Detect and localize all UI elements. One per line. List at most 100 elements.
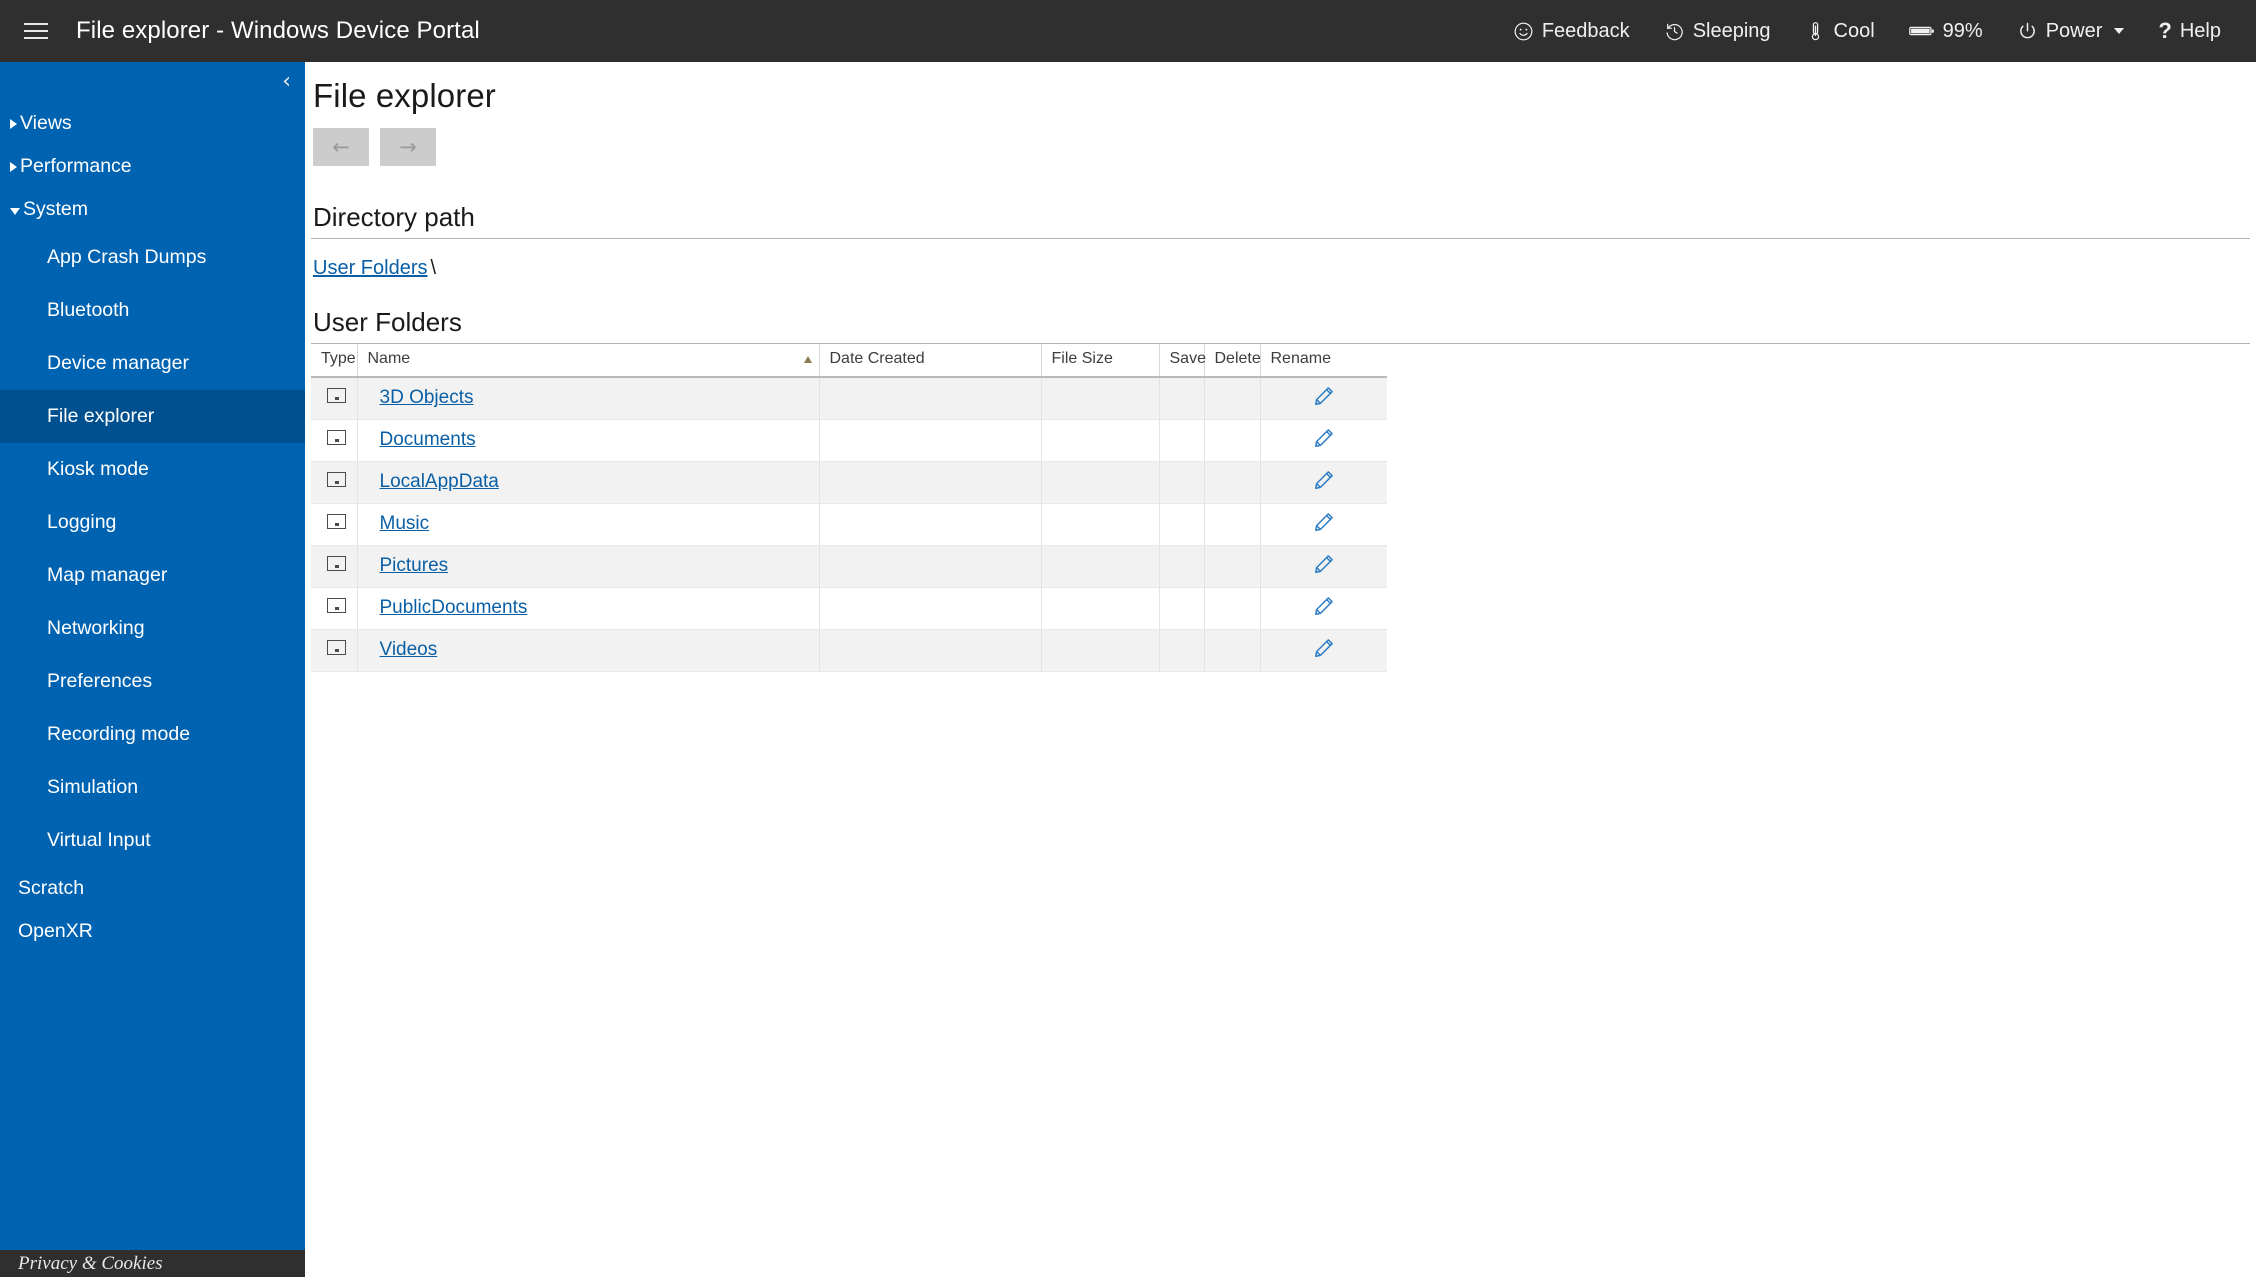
cell-date-created (819, 545, 1042, 587)
cell-type (311, 587, 358, 629)
sidebar-item-app-crash-dumps[interactable]: App Crash Dumps (0, 231, 305, 284)
cell-file-size (1041, 503, 1160, 545)
cell-delete[interactable] (1204, 545, 1261, 587)
feedback-button[interactable]: Feedback (1496, 0, 1647, 62)
folder-link[interactable]: 3D Objects (380, 387, 474, 408)
sidebar-item-networking[interactable]: Networking (0, 602, 305, 655)
sidebar-group-label: System (23, 198, 89, 220)
folder-link[interactable]: PublicDocuments (380, 597, 528, 618)
pencil-icon[interactable] (1312, 510, 1336, 534)
sleep-state-label: Sleeping (1692, 19, 1771, 42)
hamburger-menu-icon[interactable] (8, 0, 64, 62)
battery-status[interactable]: 99% (1892, 0, 2000, 62)
forward-button[interactable]: → (380, 128, 436, 166)
folder-icon (327, 640, 346, 655)
sidebar-item-simulation[interactable]: Simulation (0, 761, 305, 814)
folder-icon (327, 598, 346, 613)
cell-name: Videos (357, 629, 820, 671)
table-row: Pictures (311, 545, 1387, 587)
cell-name: Pictures (357, 545, 820, 587)
breadcrumb-link-user-folders[interactable]: User Folders (313, 257, 427, 279)
cell-save[interactable] (1159, 545, 1205, 587)
chevron-left-icon[interactable]: ‹ (282, 71, 291, 93)
sidebar-item-map-manager[interactable]: Map manager (0, 549, 305, 602)
table-row: 3D Objects (311, 377, 1387, 419)
cell-save[interactable] (1159, 419, 1205, 461)
folder-link[interactable]: Pictures (380, 555, 449, 576)
sleep-state-button[interactable]: Sleeping (1647, 0, 1788, 62)
sidebar-group-views[interactable]: Views (0, 102, 305, 145)
pencil-icon[interactable] (1312, 468, 1336, 492)
sidebar-item-recording-mode[interactable]: Recording mode (0, 708, 305, 761)
folder-link[interactable]: Music (380, 513, 430, 534)
folder-link[interactable]: Videos (380, 639, 438, 660)
column-label: Save (1169, 350, 1206, 367)
app-title: File explorer - Windows Device Portal (76, 17, 480, 44)
column-header-date-created[interactable]: Date Created (819, 344, 1042, 377)
navigation-buttons: ← → (305, 115, 2256, 166)
sidebar-group-system[interactable]: System (0, 188, 305, 231)
sidebar-item-label: Scratch (18, 877, 85, 899)
table-row: PublicDocuments (311, 587, 1387, 629)
sidebar-item-virtual-input[interactable]: Virtual Input (0, 814, 305, 867)
cell-type (311, 503, 358, 545)
sidebar-item-preferences[interactable]: Preferences (0, 655, 305, 708)
pencil-icon[interactable] (1312, 636, 1336, 660)
sidebar-item-logging[interactable]: Logging (0, 496, 305, 549)
feedback-smiley-icon (1513, 21, 1534, 42)
cell-delete[interactable] (1204, 587, 1261, 629)
table-row: Music (311, 503, 1387, 545)
cell-save[interactable] (1159, 377, 1205, 419)
temperature-status[interactable]: Cool (1788, 0, 1892, 62)
triangle-right-icon (10, 118, 17, 129)
folder-link[interactable]: Documents (380, 429, 476, 450)
sidebar-item-label: OpenXR (18, 920, 93, 942)
sidebar-group-performance[interactable]: Performance (0, 145, 305, 188)
cell-delete[interactable] (1204, 461, 1261, 503)
help-button[interactable]: ? Help (2141, 0, 2238, 62)
sidebar-item-label: Networking (47, 617, 145, 639)
column-header-file-size[interactable]: File Size (1041, 344, 1160, 377)
sidebar-item-openxr[interactable]: OpenXR (0, 910, 305, 953)
column-header-delete[interactable]: Delete (1204, 344, 1261, 377)
sidebar-item-file-explorer[interactable]: File explorer (0, 390, 305, 443)
cell-rename (1260, 587, 1387, 629)
back-button[interactable]: ← (313, 128, 369, 166)
cell-name: 3D Objects (357, 377, 820, 419)
directory-path-heading: Directory path (313, 202, 475, 232)
cell-delete[interactable] (1204, 503, 1261, 545)
column-header-name[interactable]: Name (357, 344, 820, 377)
cell-delete[interactable] (1204, 629, 1261, 671)
column-header-rename[interactable]: Rename (1260, 344, 1387, 377)
pencil-icon[interactable] (1312, 552, 1336, 576)
sidebar-item-bluetooth[interactable]: Bluetooth (0, 284, 305, 337)
column-header-type[interactable]: Type (311, 344, 358, 377)
sidebar-footer: Privacy & Cookies (0, 1250, 305, 1277)
power-menu-button[interactable]: Power (2000, 0, 2142, 62)
chevron-down-icon (2114, 28, 2125, 34)
folder-icon (327, 430, 346, 445)
cell-delete[interactable] (1204, 377, 1261, 419)
sidebar-collapse-row: ‹ (0, 62, 305, 102)
sidebar-item-kiosk-mode[interactable]: Kiosk mode (0, 443, 305, 496)
pencil-icon[interactable] (1312, 426, 1336, 450)
cell-save[interactable] (1159, 587, 1205, 629)
folder-icon (327, 514, 346, 529)
cell-save[interactable] (1159, 461, 1205, 503)
pencil-icon[interactable] (1312, 594, 1336, 618)
table-header-row: Type Name Date Created File Size Save De… (311, 344, 1387, 377)
cell-delete[interactable] (1204, 419, 1261, 461)
privacy-and-cookies-link[interactable]: Privacy & Cookies (18, 1253, 163, 1275)
main-content: File explorer ← → Directory path User Fo… (305, 62, 2256, 1277)
sidebar-item-device-manager[interactable]: Device manager (0, 337, 305, 390)
hamburger-icon (24, 18, 48, 44)
cell-save[interactable] (1159, 629, 1205, 671)
cell-save[interactable] (1159, 503, 1205, 545)
pencil-icon[interactable] (1312, 384, 1336, 408)
sidebar-item-scratch[interactable]: Scratch (0, 867, 305, 910)
cell-file-size (1041, 461, 1160, 503)
folder-link[interactable]: LocalAppData (380, 471, 499, 492)
sort-ascending-icon (803, 355, 812, 363)
column-header-save[interactable]: Save (1159, 344, 1206, 377)
column-label: Delete (1214, 350, 1261, 367)
